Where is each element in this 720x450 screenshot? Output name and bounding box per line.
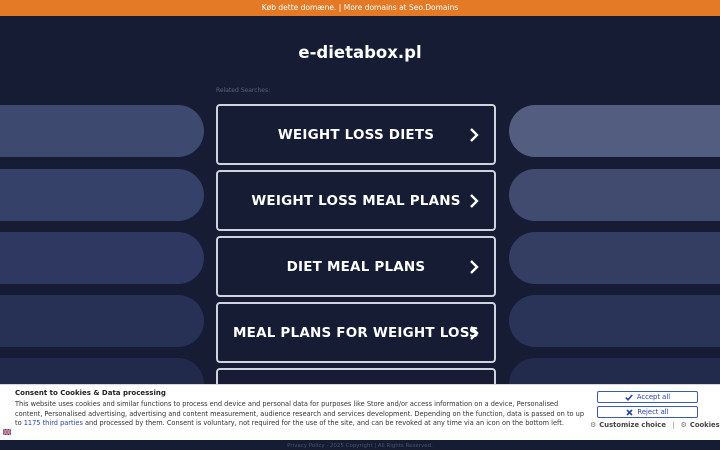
gear-icon: ⚙ bbox=[590, 421, 597, 429]
search-link-label: MEAL PLANS FOR WEIGHT LOSS bbox=[233, 324, 479, 341]
search-link-label: WEIGHT LOSS MEAL PLANS bbox=[251, 192, 461, 209]
consent-text: This website uses cookies and similar fu… bbox=[15, 400, 585, 429]
separator: | bbox=[672, 421, 675, 429]
chevron-right-icon bbox=[470, 325, 479, 340]
search-link-label: DIET MEAL PLANS bbox=[286, 258, 426, 275]
related-searches-label: Related Searches: bbox=[216, 87, 271, 94]
search-link-label: WEIGHT LOSS DIETS bbox=[277, 126, 435, 143]
search-link-weight-loss-meal-plans[interactable]: WEIGHT LOSS MEAL PLANS bbox=[216, 170, 496, 231]
decor-shape-right-1 bbox=[509, 105, 720, 157]
cookie-consent-banner: Consent to Cookies & Data processing Thi… bbox=[0, 384, 720, 440]
search-link-meal-plans-for-weight-loss[interactable]: MEAL PLANS FOR WEIGHT LOSS bbox=[216, 302, 496, 363]
reject-all-label: Reject all bbox=[637, 408, 669, 416]
consent-links: ⚙ Customize choice | ⚙ Cookies bbox=[590, 421, 720, 429]
close-icon bbox=[626, 408, 633, 416]
customize-choice-link[interactable]: Customize choice bbox=[599, 421, 666, 429]
search-link-weight-loss-diets[interactable]: WEIGHT LOSS DIETS bbox=[216, 104, 496, 165]
decor-shape-left-3 bbox=[0, 232, 204, 284]
chevron-right-icon bbox=[470, 127, 479, 142]
footer: Privacy Policy · 2025 Copyright | All Ri… bbox=[287, 443, 433, 449]
site-title: e-dietabox.pl bbox=[298, 43, 422, 62]
chevron-right-icon bbox=[470, 193, 479, 208]
decor-shape-right-4 bbox=[509, 295, 720, 347]
decor-shape-left-2 bbox=[0, 169, 204, 221]
reject-all-button[interactable]: Reject all bbox=[597, 406, 698, 418]
domain-sale-link[interactable]: Køb dette domæne. | More domains at Seo.… bbox=[262, 3, 458, 12]
chevron-right-icon bbox=[470, 259, 479, 274]
decor-shape-right-3 bbox=[509, 232, 720, 284]
third-parties-link[interactable]: 1175 third parties bbox=[24, 419, 83, 427]
check-icon bbox=[625, 393, 633, 401]
consent-text-part2: and processed by them. Consent is volunt… bbox=[82, 419, 564, 427]
accept-all-button[interactable]: Accept all bbox=[597, 391, 698, 403]
accept-all-label: Accept all bbox=[636, 393, 671, 401]
domain-sale-bar[interactable]: Køb dette domæne. | More domains at Seo.… bbox=[0, 0, 720, 16]
decor-shape-right-2 bbox=[509, 169, 720, 221]
search-link-diet-meal-plans[interactable]: DIET MEAL PLANS bbox=[216, 236, 496, 297]
uk-flag-icon[interactable] bbox=[3, 429, 11, 435]
decor-shape-left-1 bbox=[0, 105, 204, 157]
decor-shape-left-4 bbox=[0, 295, 204, 347]
cookie-icon: ⚙ bbox=[680, 421, 687, 429]
consent-title: Consent to Cookies & Data processing bbox=[15, 389, 166, 397]
cookies-link[interactable]: Cookies bbox=[690, 421, 720, 429]
